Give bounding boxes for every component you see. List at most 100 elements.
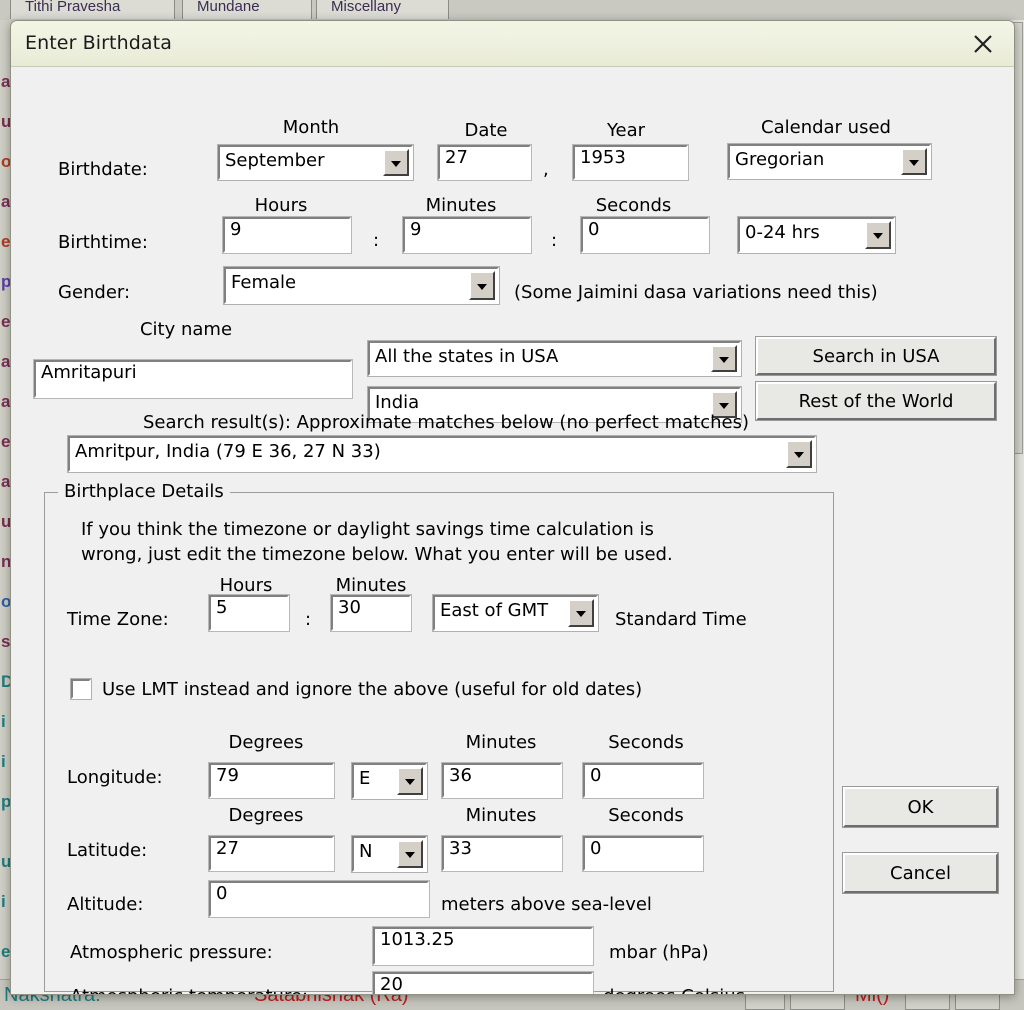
city-name-label: City name (139, 319, 233, 340)
year-input[interactable]: 1953 (572, 144, 689, 181)
gender-select[interactable]: Female (223, 266, 500, 305)
latitude-seconds-input[interactable]: 0 (582, 835, 704, 872)
chevron-down-icon[interactable] (901, 148, 927, 175)
background-tab-strip: Tithi Pravesha Mundane Miscellany (0, 0, 1024, 21)
birthtime-minutes-input[interactable]: 9 (402, 216, 532, 254)
timezone-note-line-1: If you think the timezone or daylight sa… (81, 519, 654, 540)
latitude-hemisphere-value: N (359, 841, 373, 862)
longitude-degrees-input[interactable]: 79 (208, 762, 335, 799)
timezone-row-label: Time Zone: (67, 609, 169, 630)
tab-label: Mundane (197, 0, 260, 15)
longitude-minutes-label: Minutes (465, 732, 537, 753)
date-year-separator: , (543, 159, 549, 180)
latitude-minutes-label: Minutes (465, 805, 537, 826)
time-separator-2: : (551, 230, 558, 251)
temperature-row-label: Atmospheric temperature: (70, 986, 308, 994)
country-value: India (375, 392, 420, 413)
use-lmt-checkbox[interactable] (70, 678, 92, 700)
longitude-degrees-label: Degrees (228, 732, 304, 753)
timezone-separator: : (305, 609, 312, 630)
hours-label: Hours (254, 195, 308, 216)
month-select[interactable]: September (217, 144, 414, 181)
background-tab-tithi-pravesha[interactable]: Tithi Pravesha (10, 0, 175, 19)
city-name-input[interactable]: Amritapuri (33, 359, 353, 399)
use-lmt-label: Use LMT instead and ignore the above (us… (102, 679, 643, 700)
tab-label: Miscellany (331, 0, 402, 15)
time-format-value: 0-24 hrs (745, 222, 820, 243)
timezone-hours-label: Hours (219, 575, 273, 596)
calendar-select[interactable]: Gregorian (727, 143, 932, 180)
longitude-row-label: Longitude: (67, 767, 163, 788)
search-results-label: Search result(s): Approximate matches be… (142, 412, 749, 433)
gender-value: Female (231, 272, 297, 293)
birthdate-row-label: Birthdate: (58, 159, 148, 180)
longitude-hemisphere-value: E (359, 768, 371, 789)
minutes-label: Minutes (425, 195, 497, 216)
chevron-down-icon[interactable] (383, 149, 409, 176)
search-result-select[interactable]: Amritpur, India (79 E 36, 27 N 33) (67, 435, 817, 473)
longitude-seconds-input[interactable]: 0 (582, 762, 704, 799)
bg-text-fragment: i (1, 752, 6, 771)
date-label: Date (464, 120, 508, 141)
altitude-input[interactable]: 0 (208, 880, 430, 918)
timezone-minutes-input[interactable]: 30 (330, 594, 412, 632)
latitude-seconds-label: Seconds (608, 805, 684, 826)
pressure-unit-label: mbar (hPa) (609, 942, 709, 963)
month-label: Month (282, 117, 340, 138)
chevron-down-icon[interactable] (786, 440, 812, 468)
birthtime-row-label: Birthtime: (58, 232, 148, 253)
timezone-direction-value: East of GMT (440, 600, 549, 621)
gender-row-label: Gender: (58, 282, 131, 303)
birthtime-seconds-input[interactable]: 0 (580, 216, 710, 254)
chevron-down-icon[interactable] (711, 345, 737, 372)
bg-text-fragment: i (1, 712, 6, 731)
time-format-select[interactable]: 0-24 hrs (737, 216, 896, 254)
standard-time-label: Standard Time (615, 609, 747, 630)
chevron-down-icon[interactable] (865, 221, 891, 249)
cancel-button[interactable]: Cancel (842, 852, 999, 894)
longitude-minutes-input[interactable]: 36 (441, 762, 563, 799)
gender-hint: (Some Jaimini dasa variations need this) (514, 282, 878, 303)
chevron-down-icon[interactable] (469, 271, 495, 300)
latitude-degrees-input[interactable]: 27 (208, 835, 335, 872)
month-value: September (225, 150, 325, 171)
background-tab-miscellany[interactable]: Miscellany (316, 0, 449, 19)
timezone-note-line-2: wrong, just edit the timezone below. Wha… (81, 544, 673, 565)
dialog-titlebar: Enter Birthdata (11, 21, 1014, 67)
time-separator-1: : (373, 230, 380, 251)
pressure-row-label: Atmospheric pressure: (70, 942, 273, 963)
latitude-minutes-input[interactable]: 33 (441, 835, 563, 872)
chevron-down-icon[interactable] (568, 599, 594, 627)
latitude-row-label: Latitude: (67, 840, 148, 861)
bg-text-fragment: i (1, 892, 6, 911)
calendar-value: Gregorian (735, 149, 825, 170)
birthplace-details-title: Birthplace Details (58, 481, 230, 502)
timezone-direction-select[interactable]: East of GMT (432, 594, 599, 632)
state-select[interactable]: All the states in USA (367, 340, 742, 377)
state-value: All the states in USA (375, 346, 559, 367)
pressure-input[interactable]: 1013.25 (372, 926, 594, 966)
background-tab-mundane[interactable]: Mundane (182, 0, 312, 19)
birthtime-hours-input[interactable]: 9 (222, 216, 352, 254)
tab-label: Tithi Pravesha (25, 0, 121, 15)
timezone-hours-input[interactable]: 5 (208, 594, 290, 632)
altitude-row-label: Altitude: (67, 894, 144, 915)
close-icon[interactable] (968, 29, 998, 59)
chevron-down-icon[interactable] (397, 767, 423, 795)
year-label: Year (606, 120, 646, 141)
longitude-seconds-label: Seconds (608, 732, 684, 753)
timezone-minutes-label: Minutes (335, 575, 407, 596)
temperature-input[interactable]: 20 (372, 971, 594, 994)
seconds-label: Seconds (595, 195, 672, 216)
search-in-usa-button[interactable]: Search in USA (755, 336, 997, 376)
enter-birthdata-dialog: Enter Birthdata Month Date Year Calendar… (10, 20, 1015, 995)
date-input[interactable]: 27 (437, 144, 532, 181)
chevron-down-icon[interactable] (397, 840, 423, 868)
altitude-unit-label: meters above sea-level (441, 894, 652, 915)
longitude-hemisphere-select[interactable]: E (351, 762, 428, 800)
calendar-used-label: Calendar used (761, 117, 891, 138)
ok-button[interactable]: OK (842, 786, 999, 828)
latitude-degrees-label: Degrees (228, 805, 304, 826)
latitude-hemisphere-select[interactable]: N (351, 835, 428, 873)
dialog-body: Month Date Year Calendar used Birthdate:… (11, 67, 1014, 994)
